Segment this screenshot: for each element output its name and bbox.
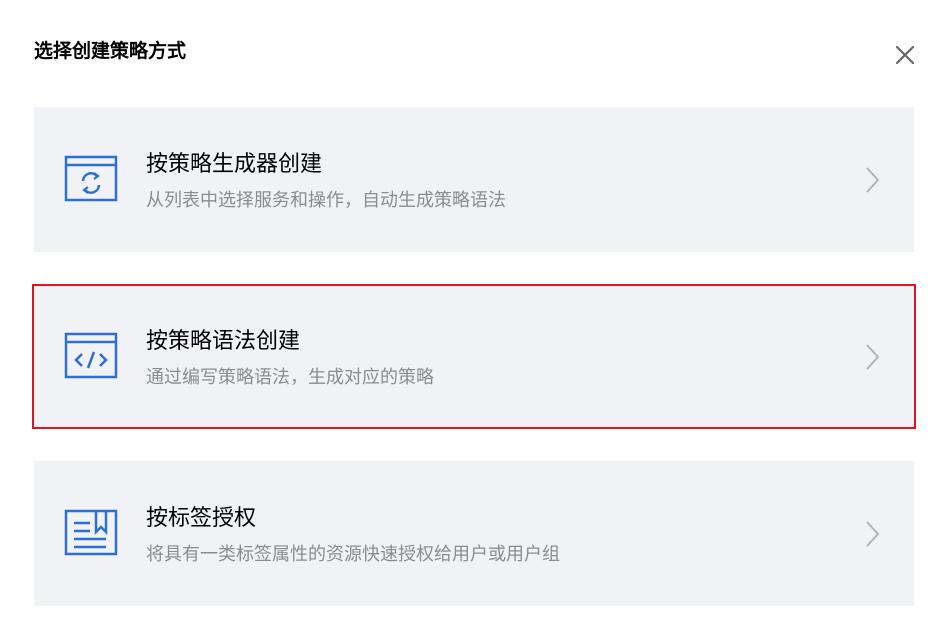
chevron-right-icon [866,167,880,193]
option-description: 通过编写策略语法，生成对应的策略 [146,367,434,388]
option-description: 将具有一类标签属性的资源快速授权给用户或用户组 [146,544,560,565]
option-title: 按策略语法创建 [146,329,301,354]
tag-authorize-icon [64,509,118,556]
option-title: 按标签授权 [146,506,257,531]
chevron-right-icon [866,344,880,370]
create-policy-dialog: 选择创建策略方式 按策略生成器创建 从列表中选择服务和操作，自动生成策略语法 按… [0,0,946,630]
close-button[interactable] [888,38,922,72]
policy-generator-icon [64,155,118,202]
code-syntax-icon [64,332,118,379]
option-title: 按策略生成器创建 [146,152,323,177]
close-icon [895,45,915,65]
option-description: 从列表中选择服务和操作，自动生成策略语法 [146,190,506,211]
chevron-right-icon [866,521,880,547]
option-tag-authorize[interactable]: 按标签授权 将具有一类标签属性的资源快速授权给用户或用户组 [34,461,914,606]
option-policy-syntax[interactable]: 按策略语法创建 通过编写策略语法，生成对应的策略 [32,284,916,429]
option-policy-generator[interactable]: 按策略生成器创建 从列表中选择服务和操作，自动生成策略语法 [34,107,914,252]
dialog-title: 选择创建策略方式 [34,40,187,62]
